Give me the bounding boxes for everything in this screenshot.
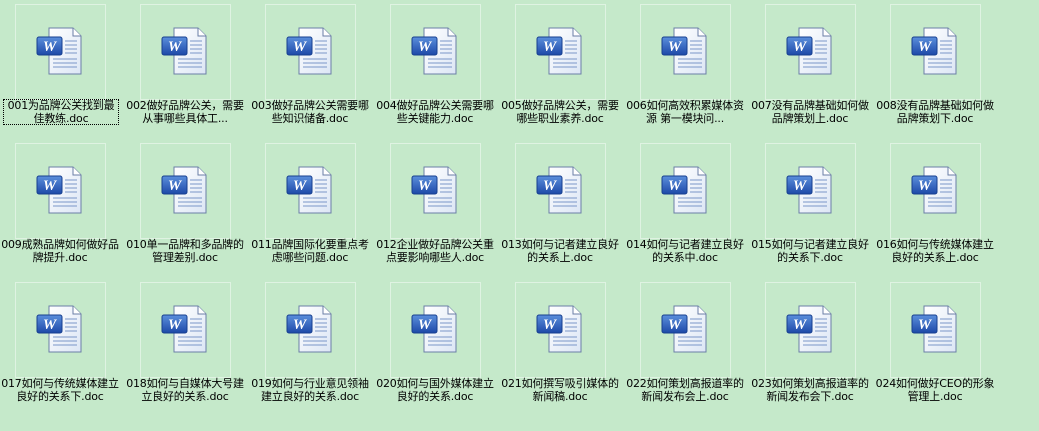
file-name-label: 014如何与记者建立良好的关系中.doc [626,238,744,264]
file-item[interactable]: W 014如何与记者建立良好的关系中.doc [625,139,745,275]
file-item[interactable]: W 011品牌国际化要重点考虑哪些问题.doc [250,139,370,275]
file-name-label: 006如何高效积累媒体资源 第一模块问... [626,99,744,125]
file-name-label: 012企业做好品牌公关重点要影响哪些人.doc [376,238,494,264]
file-item[interactable]: W 003做好品牌公关需要哪些知识储备.doc [250,0,370,136]
svg-text:W: W [793,178,808,194]
file-name-label: 002做好品牌公关，需要从事哪些具体工... [126,99,244,125]
file-name-label: 023如何策划高报道率的新闻发布会下.doc [751,377,869,403]
file-name-label: 019如何与行业意见领袖建立良好的关系.doc [251,377,369,403]
svg-text:W: W [668,178,683,194]
word-document-icon: W [910,304,958,354]
file-name-label: 001为品牌公关找到最佳教练.doc [3,99,119,125]
file-item[interactable]: W 013如何与记者建立良好的关系上.doc [500,139,620,275]
svg-text:W: W [668,317,683,333]
file-item[interactable]: W 015如何与记者建立良好的关系下.doc [750,139,870,275]
word-document-icon: W [285,26,333,76]
file-name-label: 005做好品牌公关，需要哪些职业素养.doc [501,99,619,125]
file-name-label: 013如何与记者建立良好的关系上.doc [501,238,619,264]
word-document-icon: W [35,304,83,354]
file-name-label: 022如何策划高报道率的新闻发布会上.doc [626,377,744,403]
word-document-icon: W [660,26,708,76]
file-name-label: 018如何与自媒体大号建立良好的关系.doc [126,377,244,403]
svg-text:W: W [918,39,933,55]
file-item[interactable]: W 012企业做好品牌公关重点要影响哪些人.doc [375,139,495,275]
svg-text:W: W [543,39,558,55]
svg-text:W: W [918,317,933,333]
svg-text:W: W [168,317,183,333]
word-document-icon: W [535,26,583,76]
svg-text:W: W [168,39,183,55]
file-name-label: 007没有品牌基础如何做品牌策划上.doc [751,99,869,125]
file-item[interactable]: W 009成熟品牌如何做好品牌提升.doc [0,139,120,275]
file-item[interactable]: W 006如何高效积累媒体资源 第一模块问... [625,0,745,136]
word-document-icon: W [285,304,333,354]
file-item[interactable]: W 002做好品牌公关，需要从事哪些具体工... [125,0,245,136]
word-document-icon: W [160,26,208,76]
word-document-icon: W [285,165,333,215]
file-item[interactable]: W 021如何撰写吸引媒体的新闻稿.doc [500,278,620,414]
file-name-label: 004做好品牌公关需要哪些关键能力.doc [376,99,494,125]
file-item[interactable]: W 017如何与传统媒体建立良好的关系下.doc [0,278,120,414]
word-document-icon: W [785,26,833,76]
svg-text:W: W [43,178,58,194]
file-item[interactable]: W 004做好品牌公关需要哪些关键能力.doc [375,0,495,136]
file-name-label: 010单一品牌和多品牌的管理差别.doc [126,238,244,264]
word-document-icon: W [160,165,208,215]
word-document-icon: W [660,165,708,215]
file-name-label: 015如何与记者建立良好的关系下.doc [751,238,869,264]
word-document-icon: W [410,165,458,215]
svg-text:W: W [793,39,808,55]
word-document-icon: W [160,304,208,354]
svg-text:W: W [168,178,183,194]
word-document-icon: W [910,165,958,215]
file-name-label: 020如何与国外媒体建立良好的关系.doc [376,377,494,403]
svg-text:W: W [418,39,433,55]
word-document-icon: W [410,304,458,354]
file-item[interactable]: W 018如何与自媒体大号建立良好的关系.doc [125,278,245,414]
word-document-icon: W [535,165,583,215]
svg-text:W: W [543,317,558,333]
svg-text:W: W [793,317,808,333]
file-item[interactable]: W 005做好品牌公关，需要哪些职业素养.doc [500,0,620,136]
file-item[interactable]: W 022如何策划高报道率的新闻发布会上.doc [625,278,745,414]
word-document-icon: W [35,165,83,215]
word-document-icon: W [535,304,583,354]
svg-text:W: W [918,178,933,194]
file-item[interactable]: W 024如何做好CEO的形象管理上.doc [875,278,995,414]
file-item[interactable]: W 019如何与行业意见领袖建立良好的关系.doc [250,278,370,414]
file-item[interactable]: W 001为品牌公关找到最佳教练.doc [0,0,120,136]
file-name-label: 016如何与传统媒体建立良好的关系上.doc [876,238,994,264]
word-document-icon: W [35,26,83,76]
word-document-icon: W [410,26,458,76]
file-item[interactable]: W 007没有品牌基础如何做品牌策划上.doc [750,0,870,136]
file-item[interactable]: W 008没有品牌基础如何做品牌策划下.doc [875,0,995,136]
word-document-icon: W [660,304,708,354]
file-name-label: 009成熟品牌如何做好品牌提升.doc [1,238,119,264]
file-item[interactable]: W 016如何与传统媒体建立良好的关系上.doc [875,139,995,275]
svg-text:W: W [43,39,58,55]
svg-text:W: W [43,317,58,333]
svg-text:W: W [293,178,308,194]
word-document-icon: W [910,26,958,76]
svg-text:W: W [668,39,683,55]
file-name-label: 017如何与传统媒体建立良好的关系下.doc [1,377,119,403]
svg-text:W: W [418,178,433,194]
file-item[interactable]: W 020如何与国外媒体建立良好的关系.doc [375,278,495,414]
word-document-icon: W [785,304,833,354]
file-name-label: 003做好品牌公关需要哪些知识储备.doc [251,99,369,125]
svg-text:W: W [543,178,558,194]
file-icon-view[interactable]: W 001为品牌公关找到最佳教练.doc W 002做好品牌公关，需要从事哪些具… [0,0,1039,431]
word-document-icon: W [785,165,833,215]
file-item[interactable]: W 010单一品牌和多品牌的管理差别.doc [125,139,245,275]
file-item[interactable]: W 023如何策划高报道率的新闻发布会下.doc [750,278,870,414]
file-name-label: 008没有品牌基础如何做品牌策划下.doc [876,99,994,125]
file-name-label: 011品牌国际化要重点考虑哪些问题.doc [251,238,369,264]
svg-text:W: W [293,317,308,333]
svg-text:W: W [418,317,433,333]
file-name-label: 021如何撰写吸引媒体的新闻稿.doc [501,377,619,403]
file-name-label: 024如何做好CEO的形象管理上.doc [875,377,995,403]
svg-text:W: W [293,39,308,55]
